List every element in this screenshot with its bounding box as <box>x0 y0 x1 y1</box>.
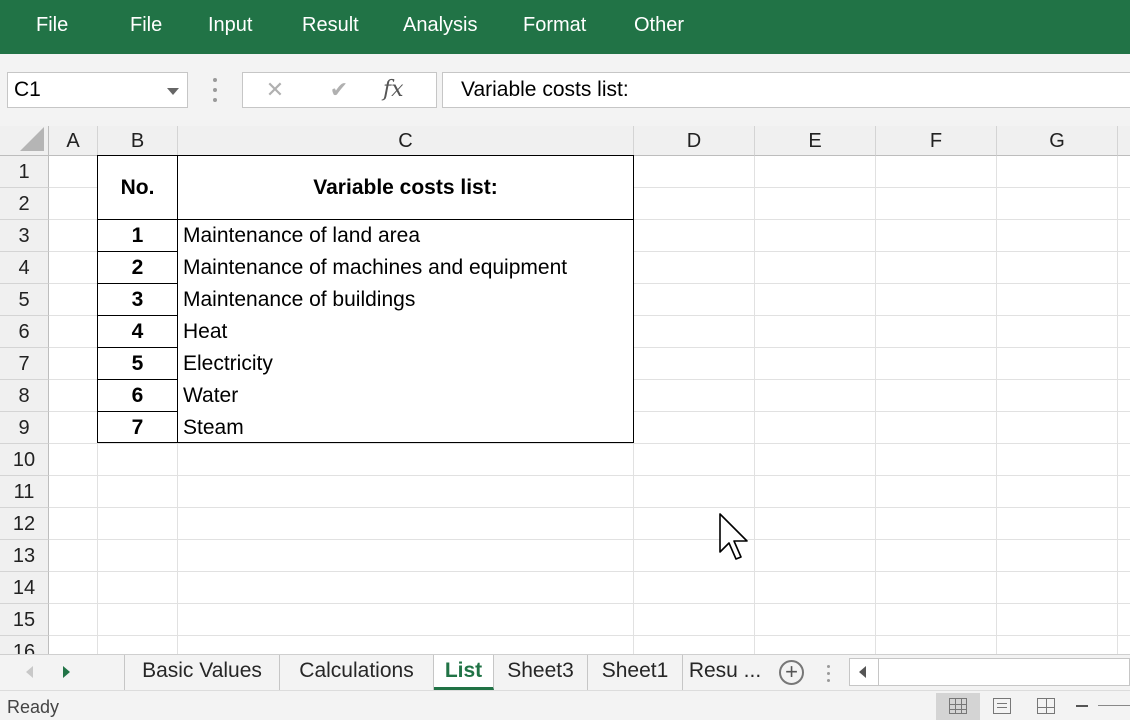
ribbon-menu-bar: File File Input Result Analysis Format O… <box>0 0 1130 54</box>
item-name-cell[interactable]: Maintenance of machines and equipment <box>178 252 633 283</box>
scroll-left-icon[interactable] <box>859 666 866 678</box>
row-header-15[interactable]: 15 <box>0 604 49 636</box>
zoom-out-icon[interactable] <box>1076 705 1088 707</box>
check-icon[interactable]: ✔ <box>319 73 359 107</box>
insert-function-icon[interactable]: fx <box>383 73 404 107</box>
item-number-cell[interactable]: 7 <box>97 411 178 443</box>
row-header-6[interactable]: 6 <box>0 316 49 348</box>
formula-bar-area: C1 ✕ ✔ fx Variable costs list: <box>0 54 1130 126</box>
page-layout-icon <box>993 698 1011 714</box>
row-header-14[interactable]: 14 <box>0 572 49 604</box>
tab-basic-values[interactable]: Basic Values <box>124 655 280 690</box>
grid-icon <box>949 698 967 714</box>
menu-result[interactable]: Result <box>302 0 359 54</box>
menu-format[interactable]: Format <box>523 0 586 54</box>
menu-file-tab[interactable]: File <box>36 0 68 54</box>
tab-list[interactable]: List <box>434 655 494 690</box>
menu-file[interactable]: File <box>130 0 162 54</box>
column-header-b[interactable]: B <box>98 126 178 156</box>
column-header-a[interactable]: A <box>49 126 98 156</box>
drag-handle-icon[interactable] <box>827 663 831 683</box>
tab-calculations[interactable]: Calculations <box>280 655 434 690</box>
page-break-view-button[interactable] <box>1024 693 1068 720</box>
item-number-cell[interactable]: 3 <box>97 283 178 316</box>
normal-view-button[interactable] <box>936 693 980 720</box>
add-sheet-icon[interactable]: + <box>779 660 804 685</box>
row-header-12[interactable]: 12 <box>0 508 49 540</box>
column-header-c[interactable]: C <box>178 126 634 156</box>
column-header-h[interactable] <box>1118 126 1130 156</box>
row-header-2[interactable]: 2 <box>0 188 49 220</box>
tab-result-truncated[interactable]: Resu ... <box>683 655 767 690</box>
item-number-cell[interactable]: 4 <box>97 315 178 348</box>
column-header-f[interactable]: F <box>876 126 997 156</box>
menu-other[interactable]: Other <box>634 0 684 54</box>
name-box-value: C1 <box>14 78 41 101</box>
status-text: Ready <box>7 697 60 717</box>
column-header-e[interactable]: E <box>755 126 876 156</box>
row-header-16[interactable]: 16 <box>0 636 49 654</box>
next-sheet-icon[interactable] <box>63 666 70 678</box>
row-header-13[interactable]: 13 <box>0 540 49 572</box>
row-header-10[interactable]: 10 <box>0 444 49 476</box>
item-name-cell[interactable]: Maintenance of buildings <box>178 284 633 315</box>
page-break-icon <box>1037 698 1055 714</box>
drag-handle-icon[interactable] <box>212 76 218 104</box>
previous-sheet-icon[interactable] <box>26 666 33 678</box>
page-layout-view-button[interactable] <box>980 693 1024 720</box>
chevron-down-icon[interactable] <box>167 88 179 95</box>
item-number-cell[interactable]: 5 <box>97 347 178 380</box>
status-bar: Ready <box>0 690 1130 720</box>
cancel-icon[interactable]: ✕ <box>255 73 295 107</box>
formula-buttons: ✕ ✔ fx <box>242 72 437 108</box>
name-box[interactable]: C1 <box>7 72 188 108</box>
item-number-cell[interactable]: 6 <box>97 379 178 412</box>
row-header-4[interactable]: 4 <box>0 252 49 284</box>
table-header-title[interactable]: Variable costs list: <box>177 155 634 220</box>
item-name-cell[interactable]: Heat <box>178 316 633 347</box>
item-number-cell[interactable]: 1 <box>97 219 178 252</box>
row-header-8[interactable]: 8 <box>0 380 49 412</box>
item-number-cell[interactable]: 2 <box>97 251 178 284</box>
row-header-3[interactable]: 3 <box>0 220 49 252</box>
horizontal-scrollbar[interactable] <box>849 658 1130 686</box>
menu-analysis[interactable]: Analysis <box>403 0 477 54</box>
item-name-cell[interactable]: Maintenance of land area <box>178 220 633 251</box>
item-name-cell[interactable]: Water <box>178 380 633 411</box>
item-name-cell[interactable]: Electricity <box>178 348 633 379</box>
row-header-5[interactable]: 5 <box>0 284 49 316</box>
row-header-7[interactable]: 7 <box>0 348 49 380</box>
formula-input[interactable]: Variable costs list: <box>442 72 1130 108</box>
menu-input[interactable]: Input <box>208 0 252 54</box>
row-header-9[interactable]: 9 <box>0 412 49 444</box>
sheet-tabs-bar: Basic Values Calculations List Sheet3 Sh… <box>0 654 1130 690</box>
zoom-slider[interactable] <box>1098 705 1130 706</box>
select-all-button[interactable] <box>0 126 49 156</box>
item-name-cell[interactable]: Steam <box>178 412 633 442</box>
table-header-no[interactable]: No. <box>97 155 178 220</box>
tab-sheet3[interactable]: Sheet3 <box>494 655 588 690</box>
mouse-pointer-icon <box>719 513 748 560</box>
tab-sheet1[interactable]: Sheet1 <box>588 655 683 690</box>
row-header-11[interactable]: 11 <box>0 476 49 508</box>
column-header-d[interactable]: D <box>634 126 755 156</box>
column-header-g[interactable]: G <box>997 126 1118 156</box>
row-header-1[interactable]: 1 <box>0 156 49 188</box>
worksheet-grid[interactable]: A B C D E F G 1 2 3 4 5 6 7 8 9 10 11 12… <box>0 126 1130 654</box>
